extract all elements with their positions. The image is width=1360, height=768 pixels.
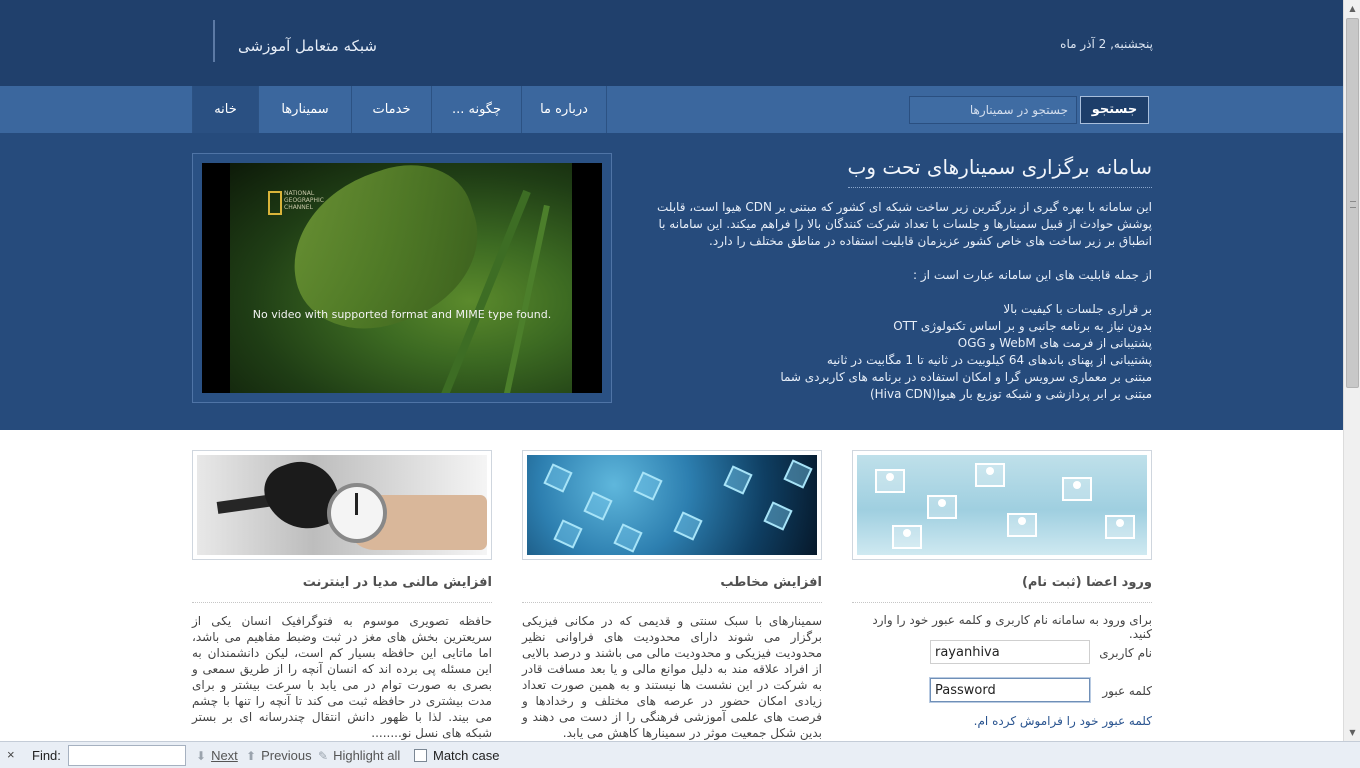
media-title: افزایش مالنی مدیا در اینترنت — [192, 575, 492, 603]
person-icon — [975, 463, 1005, 487]
cube-shape — [553, 519, 583, 549]
nav-item-about[interactable]: درباره ما — [521, 86, 607, 133]
close-icon[interactable]: × — [7, 747, 15, 762]
scroll-up-arrow-icon[interactable]: ▲ — [1344, 0, 1360, 17]
grass-blade — [496, 204, 550, 393]
hero-description: این سامانه با بهره گیری از بزرگترین زیر … — [632, 199, 1152, 403]
match-case-checkbox[interactable] — [414, 749, 427, 762]
find-previous-button[interactable]: ⬆ Previous — [246, 748, 312, 763]
nav-item-services[interactable]: خدمات — [351, 86, 431, 133]
nav-item-how[interactable]: چگونه ... — [431, 86, 521, 133]
cube-shape — [613, 523, 643, 553]
runner-stopwatch-image — [197, 455, 487, 555]
hero-intro: این سامانه با بهره گیری از بزرگترین زیر … — [656, 200, 1152, 248]
person-icon — [892, 525, 922, 549]
cube-shape — [673, 511, 703, 541]
media-thumbnail — [192, 450, 492, 560]
audience-thumbnail — [522, 450, 822, 560]
network-image — [857, 455, 1147, 555]
username-label: نام کاربری — [1099, 646, 1152, 660]
find-input[interactable] — [68, 745, 186, 766]
site-title-block: شبکه متعامل آموزشی — [213, 20, 383, 62]
login-thumbnail — [852, 450, 1152, 560]
audience-title: افزایش مخاطب — [522, 575, 822, 603]
video-error-message: No video with supported format and MIME … — [252, 308, 552, 321]
search-input[interactable] — [909, 96, 1077, 124]
cube-shape — [783, 459, 813, 489]
match-case-label[interactable]: Match case — [433, 748, 499, 763]
password-field[interactable] — [930, 678, 1090, 702]
video-frame: NATIONAL GEOGRAPHIC CHANNEL No video wit… — [192, 153, 612, 403]
main-nav: خانه سمینارها خدمات چگونه ... درباره ما … — [0, 86, 1343, 133]
cube-shape — [543, 463, 573, 493]
current-date: پنجشنبه, 2 آذر ماه — [1060, 37, 1153, 51]
search-button[interactable]: جستجو — [1080, 96, 1149, 124]
feature-item: پشتیبانی از فرمت های WebM و OGG — [957, 336, 1152, 350]
media-body: حافظه تصویری موسوم به فتوگرافیک انسان یک… — [192, 614, 492, 740]
feature-item: بر قراری جلسات با کیفیت بالا — [1003, 302, 1152, 316]
scroll-thumb[interactable] — [1346, 18, 1359, 388]
find-label: Find: — [32, 748, 61, 763]
login-title: ورود اعضا (ثبت نام) — [852, 575, 1152, 603]
site-title[interactable]: شبکه متعامل آموزشی — [238, 37, 377, 55]
cube-shape — [723, 465, 753, 495]
video-player[interactable]: NATIONAL GEOGRAPHIC CHANNEL No video wit… — [202, 163, 602, 393]
cubes-image — [527, 455, 817, 555]
highlight-all-label: Highlight all — [333, 748, 401, 763]
feature-item: پشتیبانی از پهنای باندهای 64 کیلوبیت در … — [826, 353, 1152, 367]
audience-body: سمینارهای با سبک سنتی و قدیمی که در مکان… — [522, 614, 822, 740]
find-bar: × Find: ⬇ Next ⬆ Previous ✎ Highlight all M… — [0, 741, 1360, 768]
highlight-all-button[interactable]: ✎ Highlight all — [318, 748, 400, 763]
person-icon — [875, 469, 905, 493]
find-next-label: Next — [211, 748, 238, 763]
scroll-down-arrow-icon[interactable]: ▼ — [1344, 724, 1360, 741]
arrow-down-icon: ⬇ — [196, 749, 207, 763]
highlighter-icon: ✎ — [318, 749, 329, 763]
find-previous-label: Previous — [261, 748, 312, 763]
features-heading: از جمله قابلیت های این سامانه عبارت است … — [913, 268, 1152, 282]
stopwatch-icon — [327, 483, 387, 543]
forgot-password-link[interactable]: کلمه عبور خود را فراموش کرده ام. — [974, 714, 1152, 728]
hero-title: سامانه برگزاری سمینارهای تحت وب — [848, 155, 1152, 188]
hero-section: NATIONAL GEOGRAPHIC CHANNEL No video wit… — [0, 133, 1343, 430]
channel-logo-icon — [268, 191, 282, 215]
person-icon — [1105, 515, 1135, 539]
channel-logo-text: NATIONAL GEOGRAPHIC CHANNEL — [284, 190, 324, 211]
arrow-up-icon: ⬆ — [246, 749, 257, 763]
nav-item-home[interactable]: خانه — [192, 86, 258, 133]
cube-shape — [583, 491, 613, 521]
login-intro: برای ورود به سامانه نام کاربری و کلمه عب… — [872, 613, 1152, 641]
username-field[interactable] — [930, 640, 1090, 664]
find-next-button[interactable]: ⬇ Next — [196, 748, 238, 763]
person-icon — [927, 495, 957, 519]
cube-shape — [633, 471, 663, 501]
feature-item: مبتنی بر ابر پردازشی و شبکه توزیع بار هی… — [869, 387, 1152, 401]
password-label: کلمه عبور — [1102, 684, 1152, 698]
person-icon — [1062, 477, 1092, 501]
feature-item: بدون نیاز به برنامه جانبی و بر اساس تکنو… — [893, 319, 1152, 333]
site-header: شبکه متعامل آموزشی پنجشنبه, 2 آذر ماه — [0, 0, 1343, 86]
person-icon — [1007, 513, 1037, 537]
vertical-scrollbar[interactable]: ▲ ▼ — [1343, 0, 1360, 741]
feature-item: مبتنی بر معماری سرویس گرا و امکان استفاد… — [780, 370, 1152, 384]
cube-shape — [763, 501, 793, 531]
nav-item-seminars[interactable]: سمینارها — [258, 86, 351, 133]
page-viewport: شبکه متعامل آموزشی پنجشنبه, 2 آذر ماه خا… — [0, 0, 1343, 741]
scroll-grip-icon — [1350, 201, 1356, 208]
